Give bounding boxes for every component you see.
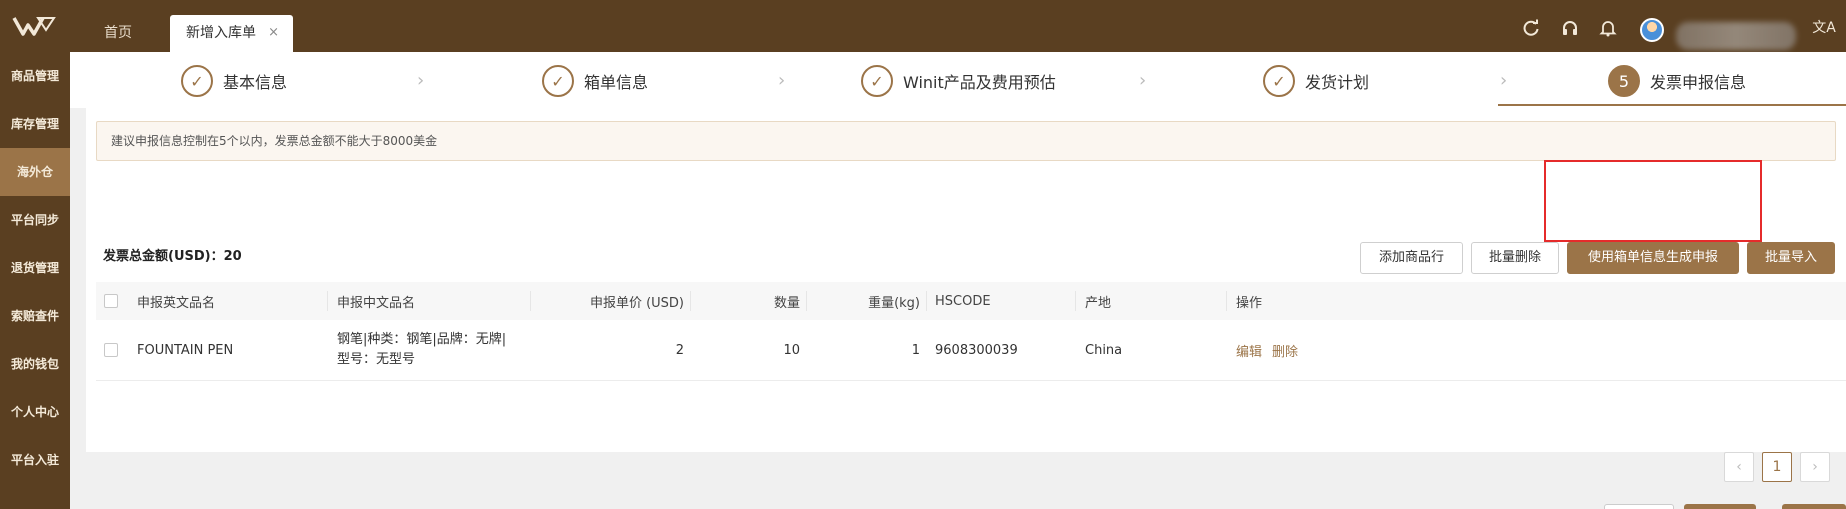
delete-link[interactable]: 删除 xyxy=(1272,341,1298,360)
cell-quantity: 10 xyxy=(783,342,800,358)
footer-button[interactable] xyxy=(1684,504,1756,509)
refresh-icon[interactable] xyxy=(1522,19,1540,37)
sidebar-item-platform-sync[interactable]: 平台同步 xyxy=(0,196,70,244)
sidebar: 商品管理 库存管理 海外仓 平台同步 退货管理 索赔查件 我的钱包 个人中心 平… xyxy=(0,52,70,509)
batch-delete-button[interactable]: 批量删除 xyxy=(1471,242,1559,274)
step-basic-info[interactable]: ✓ 基本信息 xyxy=(181,64,287,98)
step-label: 基本信息 xyxy=(223,73,288,92)
select-all-checkbox[interactable] xyxy=(104,294,118,308)
username-redacted[interactable] xyxy=(1676,22,1796,50)
step-bar: ✓ 基本信息 › ✓ 箱单信息 › ✓ Winit产品及费用预估 › ✓ 发货计… xyxy=(70,52,1846,108)
table-row: FOUNTAIN PEN 钢笔|种类：钢笔|品牌：无牌| 型号：无型号 2 10… xyxy=(96,320,1846,381)
table-header: 申报英文品名 申报中文品名 申报单价 (USD) 数量 重量(kg) HSCOD… xyxy=(96,282,1846,320)
top-bar: 首页 新增入库单 × 文A xyxy=(0,0,1846,52)
active-step-underline xyxy=(1498,104,1846,106)
cell-cn-name-line2: 型号：无型号 xyxy=(337,352,416,367)
check-icon: ✓ xyxy=(542,65,574,97)
tab-new-inbound-order[interactable]: 新增入库单 × xyxy=(170,15,293,52)
logo[interactable] xyxy=(12,14,56,38)
cell-unit-price: 2 xyxy=(675,342,684,358)
cell-en-name: FOUNTAIN PEN xyxy=(137,342,234,358)
sidebar-item-claims[interactable]: 索赔查件 xyxy=(0,292,70,340)
headset-icon[interactable] xyxy=(1561,19,1579,37)
close-icon[interactable]: × xyxy=(268,15,279,51)
sidebar-item-inventory-management[interactable]: 库存管理 xyxy=(0,100,70,148)
col-cn-name: 申报中文品名 xyxy=(337,295,416,311)
sidebar-item-returns[interactable]: 退货管理 xyxy=(0,244,70,292)
tab-new-inbound-order-label: 新增入库单 xyxy=(186,25,256,41)
step-winit-product[interactable]: ✓ Winit产品及费用预估 xyxy=(861,64,1056,98)
chevron-right-icon: › xyxy=(417,70,425,91)
annotation-highlight-box xyxy=(1544,160,1762,242)
check-icon: ✓ xyxy=(181,65,213,97)
step-label: 发货计划 xyxy=(1305,73,1370,92)
cell-weight: 1 xyxy=(911,342,920,358)
main-content: ✓ 基本信息 › ✓ 箱单信息 › ✓ Winit产品及费用预估 › ✓ 发货计… xyxy=(70,52,1846,509)
cell-hscode: 9608300039 xyxy=(935,342,1018,358)
col-en-name: 申报英文品名 xyxy=(137,295,216,311)
batch-import-button[interactable]: 批量导入 xyxy=(1747,242,1835,274)
bell-icon[interactable] xyxy=(1599,19,1617,37)
cell-cn-name: 钢笔|种类：钢笔|品牌：无牌| 型号：无型号 xyxy=(337,320,506,380)
step-packing-list[interactable]: ✓ 箱单信息 xyxy=(542,64,648,98)
step-label: Winit产品及费用预估 xyxy=(903,73,1056,92)
pagination-prev[interactable]: ‹ xyxy=(1724,452,1754,482)
sidebar-item-personal-center[interactable]: 个人中心 xyxy=(0,388,70,436)
sidebar-item-wallet[interactable]: 我的钱包 xyxy=(0,340,70,388)
translate-icon[interactable]: 文A xyxy=(1812,19,1836,37)
step-invoice-declaration[interactable]: 5 发票申报信息 xyxy=(1608,64,1746,98)
pagination-page[interactable]: 1 xyxy=(1762,452,1792,482)
sidebar-item-product-management[interactable]: 商品管理 xyxy=(0,52,70,100)
col-origin: 产地 xyxy=(1085,295,1112,311)
chevron-right-icon: › xyxy=(778,70,786,91)
footer-button[interactable] xyxy=(1604,504,1674,509)
step-label: 发票申报信息 xyxy=(1650,73,1747,92)
cell-origin: China xyxy=(1085,342,1123,358)
footer-button[interactable] xyxy=(1782,504,1846,509)
col-quantity: 数量 xyxy=(773,295,800,311)
col-hscode: HSCODE xyxy=(935,293,991,309)
invoice-total: 发票总金额(USD)：20 xyxy=(103,249,242,264)
notice-banner: 建议申报信息控制在5个以内，发票总金额不能大于8000美金 xyxy=(96,121,1836,161)
chevron-right-icon: › xyxy=(1500,70,1508,91)
row-checkbox[interactable] xyxy=(104,343,118,357)
chevron-right-icon: › xyxy=(1139,70,1147,91)
col-actions: 操作 xyxy=(1236,295,1263,311)
cell-actions: 编辑 删除 xyxy=(1236,320,1308,380)
tab-home-label: 首页 xyxy=(104,25,132,41)
generate-from-packing-list-button[interactable]: 使用箱单信息生成申报 xyxy=(1567,242,1739,274)
avatar[interactable] xyxy=(1640,18,1664,42)
cell-cn-name-line1: 钢笔|种类：钢笔|品牌：无牌| xyxy=(337,332,507,347)
tab-home[interactable]: 首页 xyxy=(90,15,146,52)
col-unit-price: 申报单价 (USD) xyxy=(589,295,684,311)
check-icon: ✓ xyxy=(861,65,893,97)
sidebar-item-overseas-warehouse[interactable]: 海外仓 xyxy=(0,148,70,196)
edit-link[interactable]: 编辑 xyxy=(1236,341,1262,360)
step-label: 箱单信息 xyxy=(584,73,649,92)
pagination-next[interactable]: › xyxy=(1800,452,1830,482)
add-row-button[interactable]: 添加商品行 xyxy=(1360,242,1463,274)
col-weight: 重量(kg) xyxy=(868,295,920,311)
step-number: 5 xyxy=(1608,65,1640,97)
declaration-table: 申报英文品名 申报中文品名 申报单价 (USD) 数量 重量(kg) HSCOD… xyxy=(96,282,1846,381)
sidebar-item-platform-onboarding[interactable]: 平台入驻 xyxy=(0,436,70,484)
step-shipping-plan[interactable]: ✓ 发货计划 xyxy=(1263,64,1369,98)
check-icon: ✓ xyxy=(1263,65,1295,97)
